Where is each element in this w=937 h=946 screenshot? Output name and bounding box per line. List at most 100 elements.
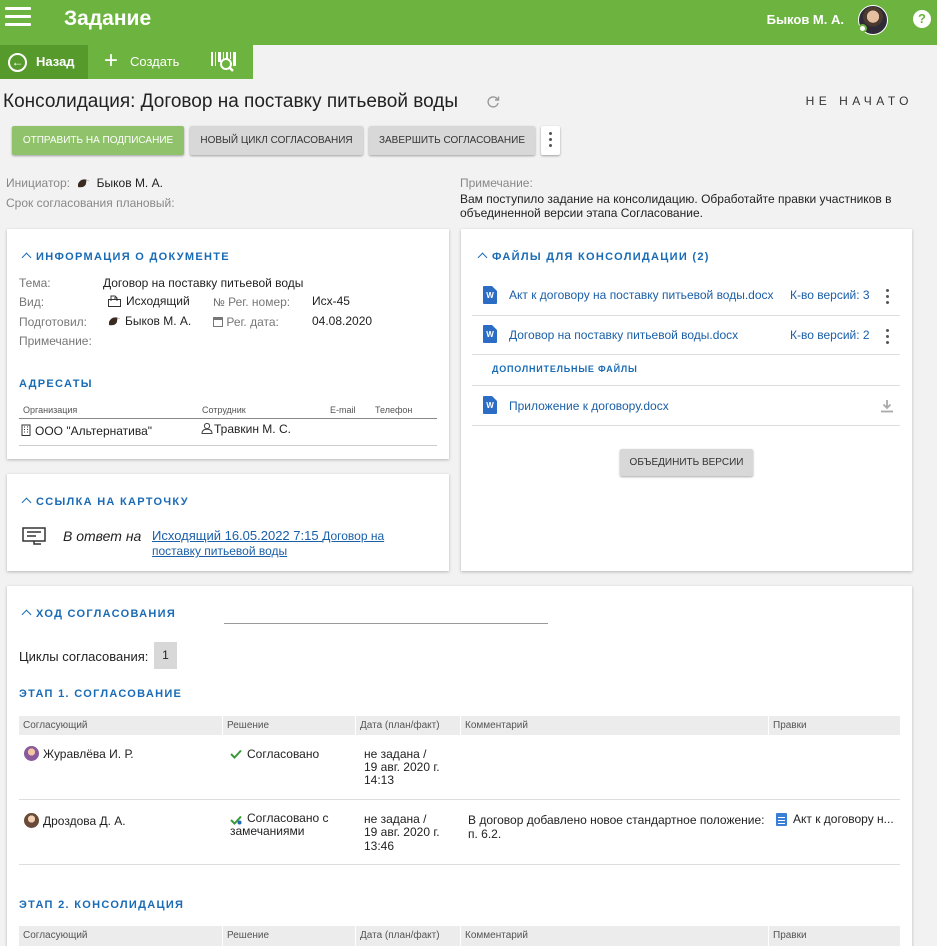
card-link-title: ССЫЛКА НА КАРТОЧКУ (36, 496, 189, 508)
approver-avatar (24, 746, 39, 761)
regdate-value: 04.08.2020 (312, 314, 373, 328)
toolbar-group: ← Назад + Создать (0, 45, 253, 79)
document-info-header[interactable]: ИНФОРМАЦИЯ О ДОКУМЕНТЕ (21, 251, 230, 263)
create-label: Создать (130, 54, 180, 69)
initiator-label: Инициатор: (6, 176, 70, 190)
help-icon[interactable]: ? (913, 10, 931, 28)
regnum-label: № Рег. номер: (213, 295, 290, 309)
merge-versions-button[interactable]: ОБЪЕДИНИТЬ ВЕРСИИ (620, 449, 753, 476)
col-divider (460, 926, 461, 946)
status-badge: НЕ НАЧАТО (805, 94, 913, 108)
file-name[interactable]: Акт к договору на поставку питьевой воды… (509, 288, 774, 302)
new-cycle-button[interactable]: НОВЫЙ ЦИКЛ СОГЛАСОВАНИЯ (190, 126, 363, 155)
check-icon (230, 749, 242, 759)
col-date: Дата (план/факт) (360, 930, 440, 941)
send-for-signature-button[interactable]: ОТПРАВИТЬ НА ПОДПИСАНИЕ (12, 126, 184, 155)
approval-title: ХОД СОГЛАСОВАНИЯ (36, 608, 177, 620)
stage-2-title: ЭТАП 2. КОНСОЛИДАЦИЯ (19, 899, 185, 911)
file-versions[interactable]: К-во версий: 2 (790, 328, 870, 342)
addressee-org: ООО "Альтернатива" (35, 424, 153, 438)
col-divider (222, 926, 223, 946)
file-menu-icon[interactable] (886, 289, 890, 307)
initiator-name[interactable]: Быков М. А. (97, 176, 163, 190)
document-info-card: ИНФОРМАЦИЯ О ДОКУМЕНТЕ Тема: Договор на … (7, 229, 449, 459)
file-versions[interactable]: К-во версий: 3 (790, 288, 870, 302)
prepared-value[interactable]: Быков М. А. (125, 314, 191, 328)
prepared-label: Подготовил: (19, 315, 88, 329)
online-status-icon (858, 24, 867, 33)
note-text-line-2: объединенной версии этапа Согласование. (460, 206, 703, 220)
approver-avatar (24, 813, 39, 828)
col-edits: Правки (773, 930, 807, 941)
col-date: Дата (план/факт) (360, 720, 440, 731)
divider (472, 425, 900, 426)
linked-card-date: Исходящий 16.05.2022 7:15 (152, 528, 319, 543)
cycle-button[interactable]: 1 (154, 642, 177, 669)
col-decision: Решение (227, 720, 270, 731)
doc-note-label: Примечание: (19, 334, 92, 348)
barcode-search-icon[interactable] (210, 51, 238, 73)
linked-card-link[interactable]: Исходящий 16.05.2022 7:15 Договор на (152, 528, 384, 543)
plus-icon: + (104, 47, 119, 74)
card-link-header[interactable]: ССЫЛКА НА КАРТОЧКУ (21, 496, 189, 508)
col-edits: Правки (773, 720, 807, 731)
col-comment: Комментарий (465, 720, 528, 731)
linked-card-subject: Договор на (322, 529, 385, 543)
col-comment: Комментарий (465, 930, 528, 941)
files-title: ФАЙЛЫ ДЛЯ КОНСОЛИДАЦИИ (2) (492, 251, 710, 263)
files-header[interactable]: ФАЙЛЫ ДЛЯ КОНСОЛИДАЦИИ (2) (477, 251, 710, 263)
file-name[interactable]: Договор на поставку питьевой воды.docx (509, 328, 738, 342)
approval-progress-card: ХОД СОГЛАСОВАНИЯ Циклы согласования: (7, 586, 912, 946)
menu-icon[interactable] (5, 7, 31, 29)
regdate-label: Рег. дата: (213, 315, 279, 329)
approver-name[interactable]: Дроздова Д. А. (43, 815, 126, 828)
person-icon (201, 422, 213, 434)
addressees-col-phone: Телефон (375, 405, 413, 415)
edits-link[interactable]: Акт к договору н... (793, 813, 894, 826)
app-title: Задание (64, 7, 152, 30)
addressee-employee[interactable]: Травкин М. С. (214, 422, 291, 436)
deadline-row: Срок согласования плановый: (6, 196, 175, 210)
document-info-title: ИНФОРМАЦИЯ О ДОКУМЕНТЕ (36, 251, 230, 263)
col-divider (222, 716, 223, 735)
files-card: ФАЙЛЫ ДЛЯ КОНСОЛИДАЦИИ (2) W Акт к догов… (461, 229, 912, 571)
chevron-up-icon (21, 497, 32, 508)
linked-card-subject-cont[interactable]: поставку питьевой воды (152, 544, 287, 558)
approver-name[interactable]: Журавлёва И. Р. (43, 748, 134, 761)
more-actions-button[interactable] (541, 126, 560, 155)
addressees-col-employee: Сотрудник (202, 405, 246, 415)
kind-label: Вид: (19, 295, 45, 309)
chevron-up-icon (21, 252, 32, 263)
user-name[interactable]: Быков М. А. (767, 12, 844, 27)
kind-value: Исходящий (126, 294, 190, 308)
stage-1-title: ЭТАП 1. СОГЛАСОВАНИЕ (19, 688, 183, 700)
back-label: Назад (36, 54, 75, 69)
download-icon[interactable] (880, 399, 894, 413)
word-file-icon: W (483, 286, 497, 304)
col-divider (768, 926, 769, 946)
refresh-icon[interactable] (486, 95, 500, 109)
extra-file-name[interactable]: Приложение к договору.docx (509, 399, 669, 413)
file-menu-icon[interactable] (886, 329, 890, 347)
approval-header[interactable]: ХОД СОГЛАСОВАНИЯ (21, 608, 177, 620)
addressees-col-email: E-mail (330, 405, 356, 415)
toolbar: ← Назад + Создать (0, 45, 937, 79)
row-divider (19, 864, 900, 865)
chevron-up-icon (21, 609, 32, 620)
addressees-header-line (19, 418, 437, 419)
note-label: Примечание: (460, 176, 533, 190)
col-approver: Согласующий (23, 720, 88, 731)
back-button[interactable]: ← Назад (0, 45, 88, 79)
addressees-col-org: Организация (23, 405, 78, 415)
comment-cont: п. 6.2. (468, 827, 502, 841)
initiator-row: Инициатор: Быков М. А. (6, 176, 163, 190)
col-divider (355, 926, 356, 946)
building-icon (21, 424, 31, 436)
regnum-label-text: Рег. номер: (228, 295, 291, 309)
finish-approval-button[interactable]: ЗАВЕРШИТЬ СОГЛАСОВАНИЕ (369, 126, 535, 155)
col-divider (460, 716, 461, 735)
calendar-icon (213, 317, 223, 327)
row-divider (19, 799, 900, 800)
divider (472, 385, 900, 386)
bird-avatar-icon (77, 177, 90, 188)
